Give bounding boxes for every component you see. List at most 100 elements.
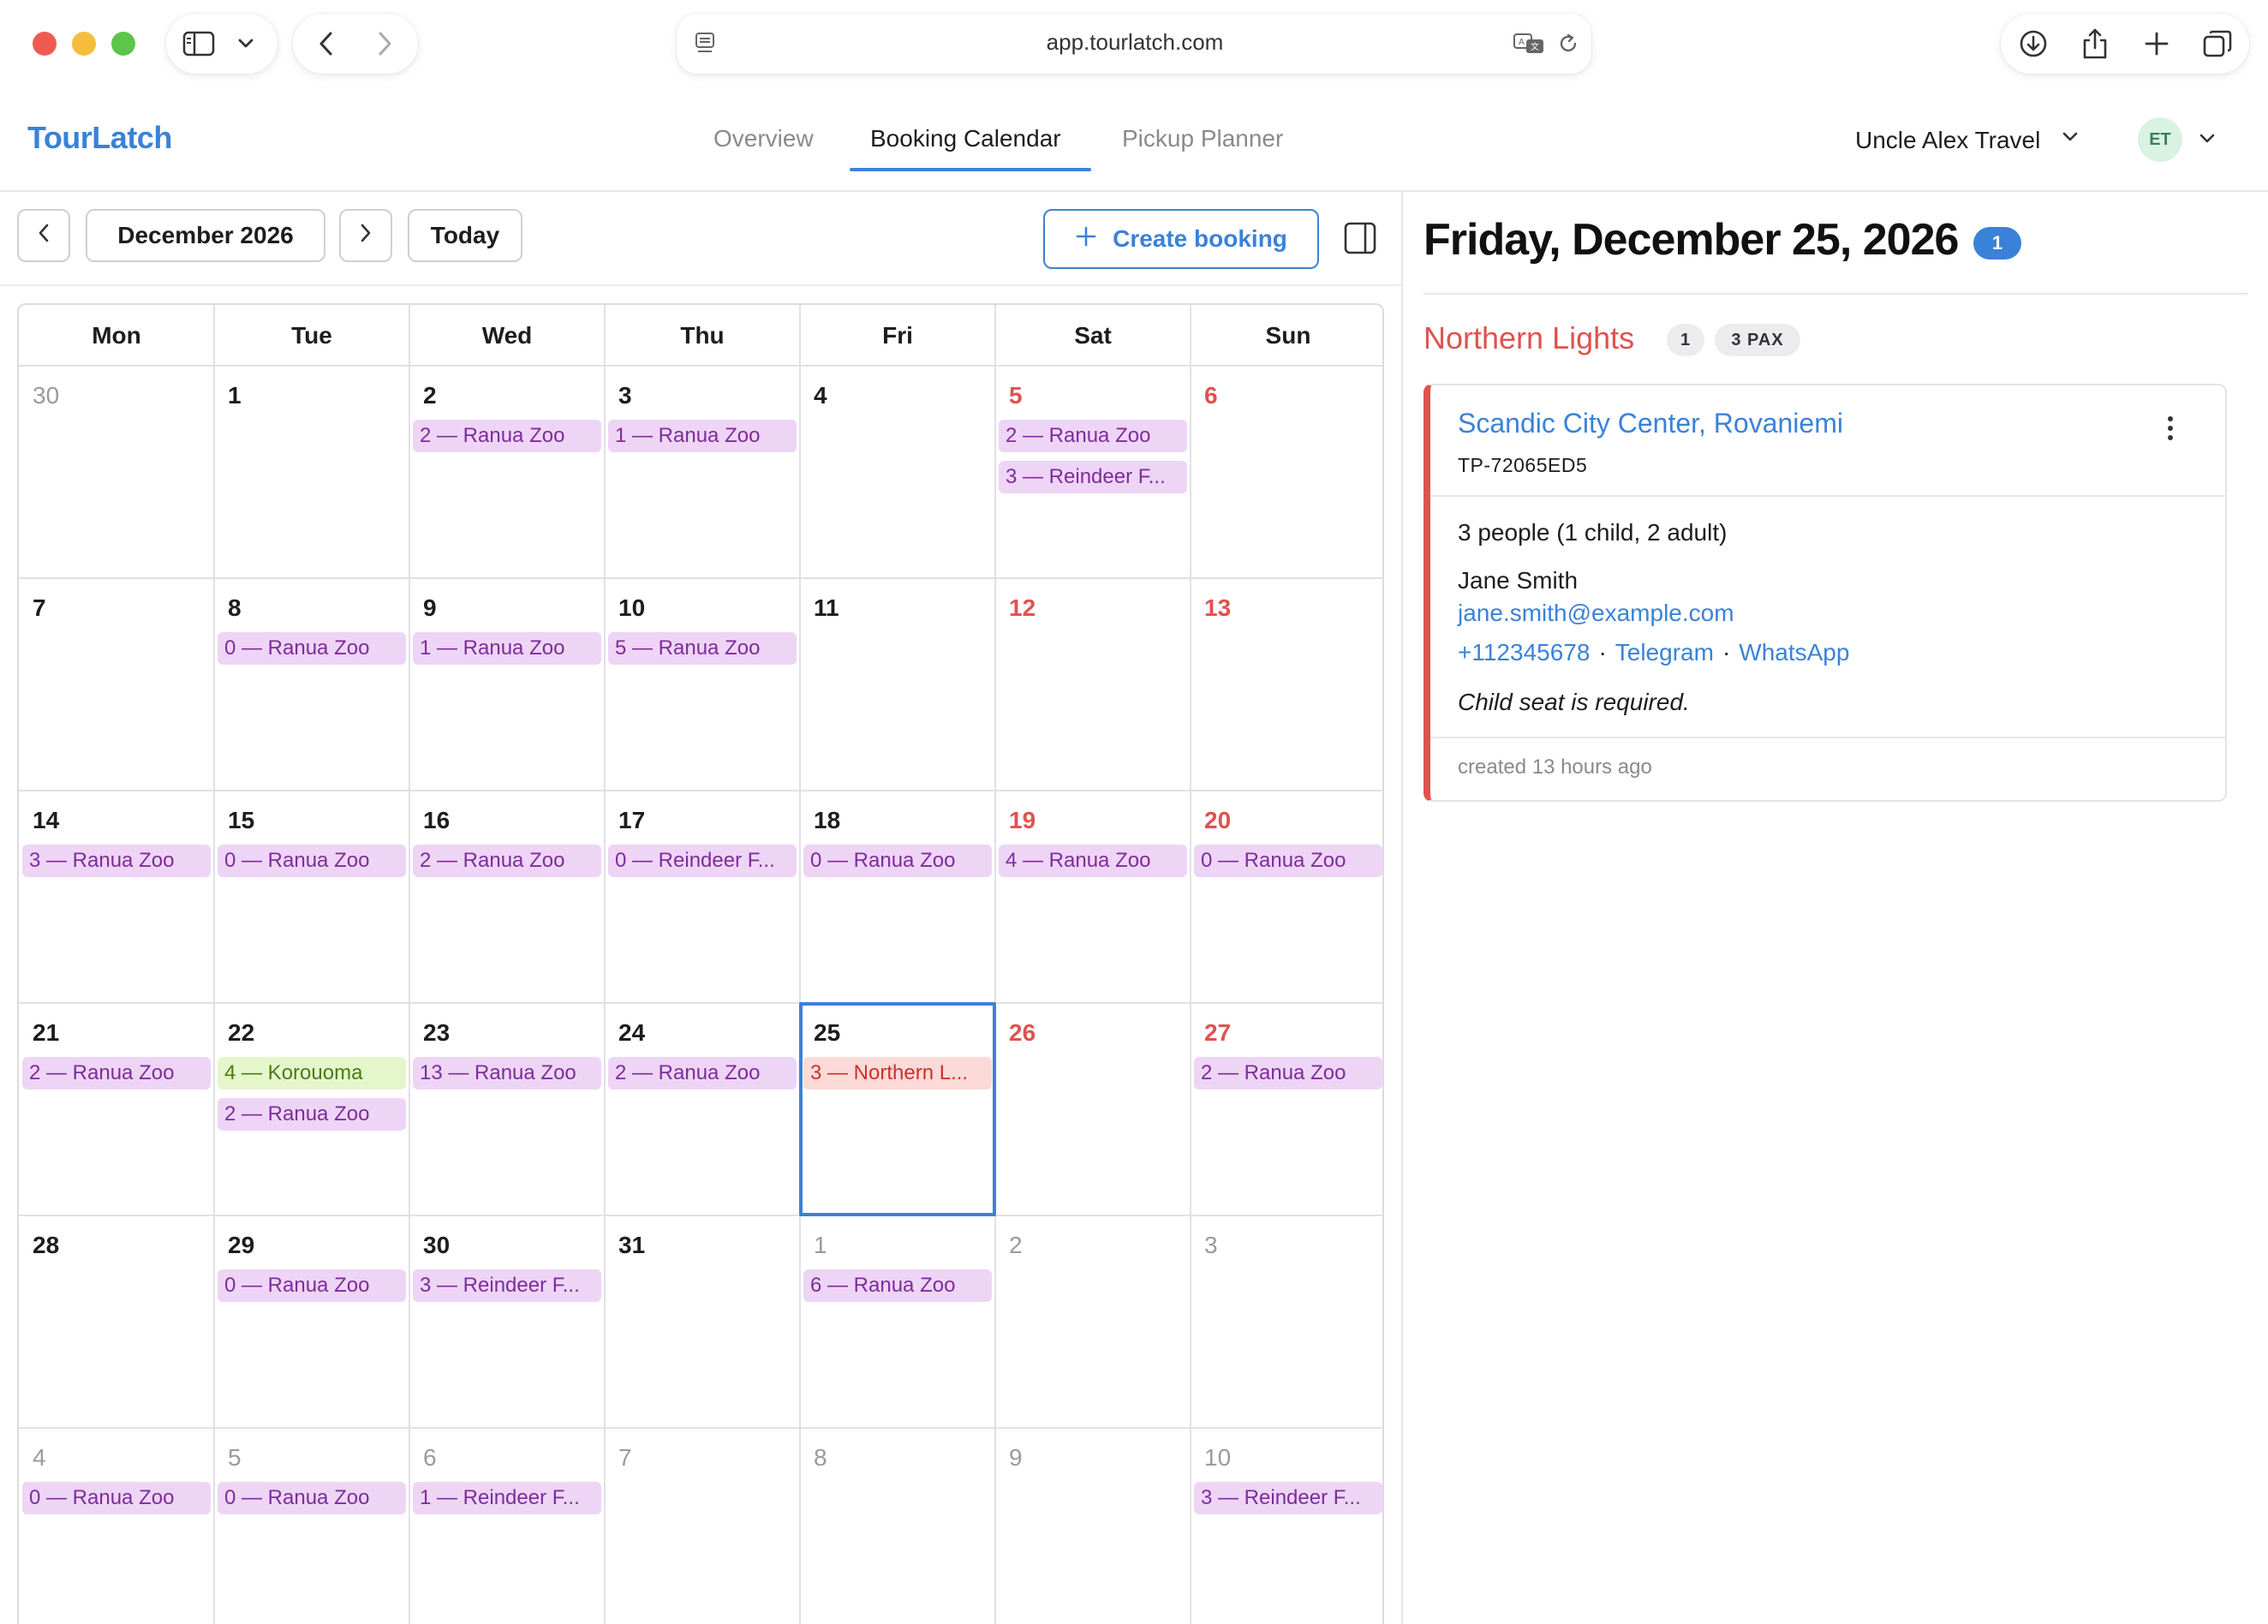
day-cell[interactable]: 20 0 — Ranua Zoo: [1191, 791, 1382, 1002]
day-cell[interactable]: 30: [19, 367, 214, 577]
minimize-window-button[interactable]: [72, 32, 96, 56]
day-cell[interactable]: 14 3 — Ranua Zoo: [19, 791, 214, 1002]
chevron-down-icon[interactable]: [2198, 132, 2217, 150]
day-cell[interactable]: 10 5 — Ranua Zoo: [605, 579, 800, 790]
tab-pickup-planner[interactable]: Pickup Planner: [1122, 125, 1283, 152]
booking-event-chip[interactable]: 0 — Ranua Zoo: [22, 1482, 211, 1514]
download-icon[interactable]: [2018, 28, 2049, 59]
booking-event-chip[interactable]: 4 — Ranua Zoo: [999, 845, 1187, 877]
day-cell[interactable]: 3: [1191, 1216, 1382, 1427]
day-cell[interactable]: 7: [19, 579, 214, 790]
booking-event-chip[interactable]: 6 — Ranua Zoo: [803, 1269, 992, 1302]
booking-event-chip[interactable]: 1 — Ranua Zoo: [608, 420, 797, 452]
booking-event-chip[interactable]: 2 — Ranua Zoo: [22, 1057, 211, 1090]
day-cell[interactable]: 24 2 — Ranua Zoo: [605, 1004, 800, 1215]
day-cell[interactable]: 31: [605, 1216, 800, 1427]
day-cell[interactable]: 26: [995, 1004, 1191, 1215]
day-cell[interactable]: 4 0 — Ranua Zoo: [19, 1429, 214, 1624]
booking-event-chip[interactable]: 2 — Ranua Zoo: [1194, 1057, 1382, 1090]
day-cell[interactable]: 7: [605, 1429, 800, 1624]
day-cell[interactable]: 19 4 — Ranua Zoo: [995, 791, 1191, 1002]
telegram-link[interactable]: Telegram: [1615, 639, 1714, 666]
day-cell[interactable]: 10 3 — Reindeer F...: [1191, 1429, 1382, 1624]
day-cell[interactable]: 2 2 — Ranua Zoo: [409, 367, 605, 577]
zoom-window-button[interactable]: [111, 32, 135, 56]
tab-overview[interactable]: Overview: [713, 125, 814, 152]
day-cell[interactable]: 8: [800, 1429, 995, 1624]
day-cell[interactable]: 16 2 — Ranua Zoo: [409, 791, 605, 1002]
day-cell[interactable]: 2: [995, 1216, 1191, 1427]
booking-event-chip[interactable]: 0 — Reindeer F...: [608, 845, 797, 877]
customer-email-link[interactable]: jane.smith@example.com: [1458, 600, 1734, 627]
booking-event-chip[interactable]: 3 — Reindeer F...: [999, 461, 1187, 493]
day-cell[interactable]: 15 0 — Ranua Zoo: [214, 791, 409, 1002]
booking-event-chip[interactable]: 3 — Reindeer F...: [1194, 1482, 1382, 1514]
booking-event-chip[interactable]: 1 — Reindeer F...: [413, 1482, 601, 1514]
day-cell[interactable]: 27 2 — Ranua Zoo: [1191, 1004, 1382, 1215]
month-picker-button[interactable]: December 2026: [86, 209, 325, 262]
booking-event-chip[interactable]: 0 — Ranua Zoo: [803, 845, 992, 877]
tab-booking-calendar[interactable]: Booking Calendar: [870, 125, 1061, 152]
booking-card[interactable]: Scandic City Center, Rovaniemi TP-72065E…: [1423, 384, 2227, 802]
booking-event-chip[interactable]: 2 — Ranua Zoo: [413, 845, 601, 877]
chevron-down-icon[interactable]: [2061, 130, 2080, 148]
booking-event-chip[interactable]: 0 — Ranua Zoo: [218, 1482, 406, 1514]
url-text[interactable]: app.tourlatch.com: [1011, 29, 1259, 56]
day-cell[interactable]: 30 3 — Reindeer F...: [409, 1216, 605, 1427]
day-cell[interactable]: 11: [800, 579, 995, 790]
booking-event-chip[interactable]: 13 — Ranua Zoo: [413, 1057, 601, 1090]
share-icon[interactable]: [2080, 27, 2110, 61]
back-arrow-icon[interactable]: [312, 29, 341, 58]
sidebar-icon[interactable]: [182, 29, 216, 58]
booking-event-chip[interactable]: 4 — Korouoma: [218, 1057, 406, 1090]
day-cell[interactable]: 6: [1191, 367, 1382, 577]
booking-event-chip[interactable]: 2 — Ranua Zoo: [608, 1057, 797, 1090]
day-cell[interactable]: 18 0 — Ranua Zoo: [800, 791, 995, 1002]
day-cell[interactable]: 1 6 — Ranua Zoo: [800, 1216, 995, 1427]
day-cell[interactable]: 5 2 — Ranua Zoo 3 — Reindeer F...: [995, 367, 1191, 577]
booking-event-chip[interactable]: 5 — Ranua Zoo: [608, 632, 797, 665]
booking-event-chip[interactable]: 2 — Ranua Zoo: [218, 1098, 406, 1131]
brand-logo[interactable]: TourLatch: [27, 120, 172, 156]
day-cell[interactable]: 3 1 — Ranua Zoo: [605, 367, 800, 577]
day-cell[interactable]: 8 0 — Ranua Zoo: [214, 579, 409, 790]
plus-icon[interactable]: [2141, 28, 2172, 59]
prev-month-button[interactable]: [17, 209, 70, 262]
day-cell[interactable]: 21 2 — Ranua Zoo: [19, 1004, 214, 1215]
day-cell[interactable]: 23 13 — Ranua Zoo: [409, 1004, 605, 1215]
day-cell[interactable]: 29 0 — Ranua Zoo: [214, 1216, 409, 1427]
panel-toggle-icon[interactable]: [1343, 221, 1377, 260]
booking-event-chip[interactable]: 3 — Ranua Zoo: [22, 845, 211, 877]
booking-event-chip[interactable]: 0 — Ranua Zoo: [218, 1269, 406, 1302]
avatar[interactable]: ET: [2138, 117, 2182, 162]
create-booking-button[interactable]: Create booking: [1043, 209, 1319, 269]
booking-event-chip[interactable]: 1 — Ranua Zoo: [413, 632, 601, 665]
pickup-hotel-link[interactable]: Scandic City Center, Rovaniemi: [1458, 408, 1843, 439]
day-cell[interactable]: 4: [800, 367, 995, 577]
day-cell[interactable]: 22 4 — Korouoma 2 — Ranua Zoo: [214, 1004, 409, 1215]
tabs-icon[interactable]: [2201, 28, 2234, 59]
kebab-menu-icon[interactable]: [2160, 413, 2181, 444]
reload-icon[interactable]: [1555, 31, 1581, 57]
chevron-down-icon[interactable]: [235, 34, 257, 53]
day-cell[interactable]: 17 0 — Reindeer F...: [605, 791, 800, 1002]
booking-event-chip[interactable]: 0 — Ranua Zoo: [218, 845, 406, 877]
day-cell[interactable]: 12: [995, 579, 1191, 790]
whatsapp-link[interactable]: WhatsApp: [1739, 639, 1849, 666]
day-cell[interactable]: 9 1 — Ranua Zoo: [409, 579, 605, 790]
day-cell[interactable]: 28: [19, 1216, 214, 1427]
booking-event-chip[interactable]: 3 — Reindeer F...: [413, 1269, 601, 1302]
day-cell[interactable]: 1: [214, 367, 409, 577]
day-cell[interactable]: 9: [995, 1429, 1191, 1624]
day-cell[interactable]: 6 1 — Reindeer F...: [409, 1429, 605, 1624]
day-cell[interactable]: 5 0 — Ranua Zoo: [214, 1429, 409, 1624]
forward-arrow-icon[interactable]: [370, 29, 399, 58]
translate-icon[interactable]: A文: [1513, 31, 1547, 57]
booking-event-chip[interactable]: 2 — Ranua Zoo: [999, 420, 1187, 452]
booking-event-chip[interactable]: 0 — Ranua Zoo: [1194, 845, 1382, 877]
booking-event-chip[interactable]: 2 — Ranua Zoo: [413, 420, 601, 452]
org-switcher[interactable]: Uncle Alex Travel: [1855, 127, 2040, 154]
booking-event-chip[interactable]: 0 — Ranua Zoo: [218, 632, 406, 665]
phone-link[interactable]: +112345678: [1458, 639, 1590, 666]
today-button[interactable]: Today: [408, 209, 522, 262]
